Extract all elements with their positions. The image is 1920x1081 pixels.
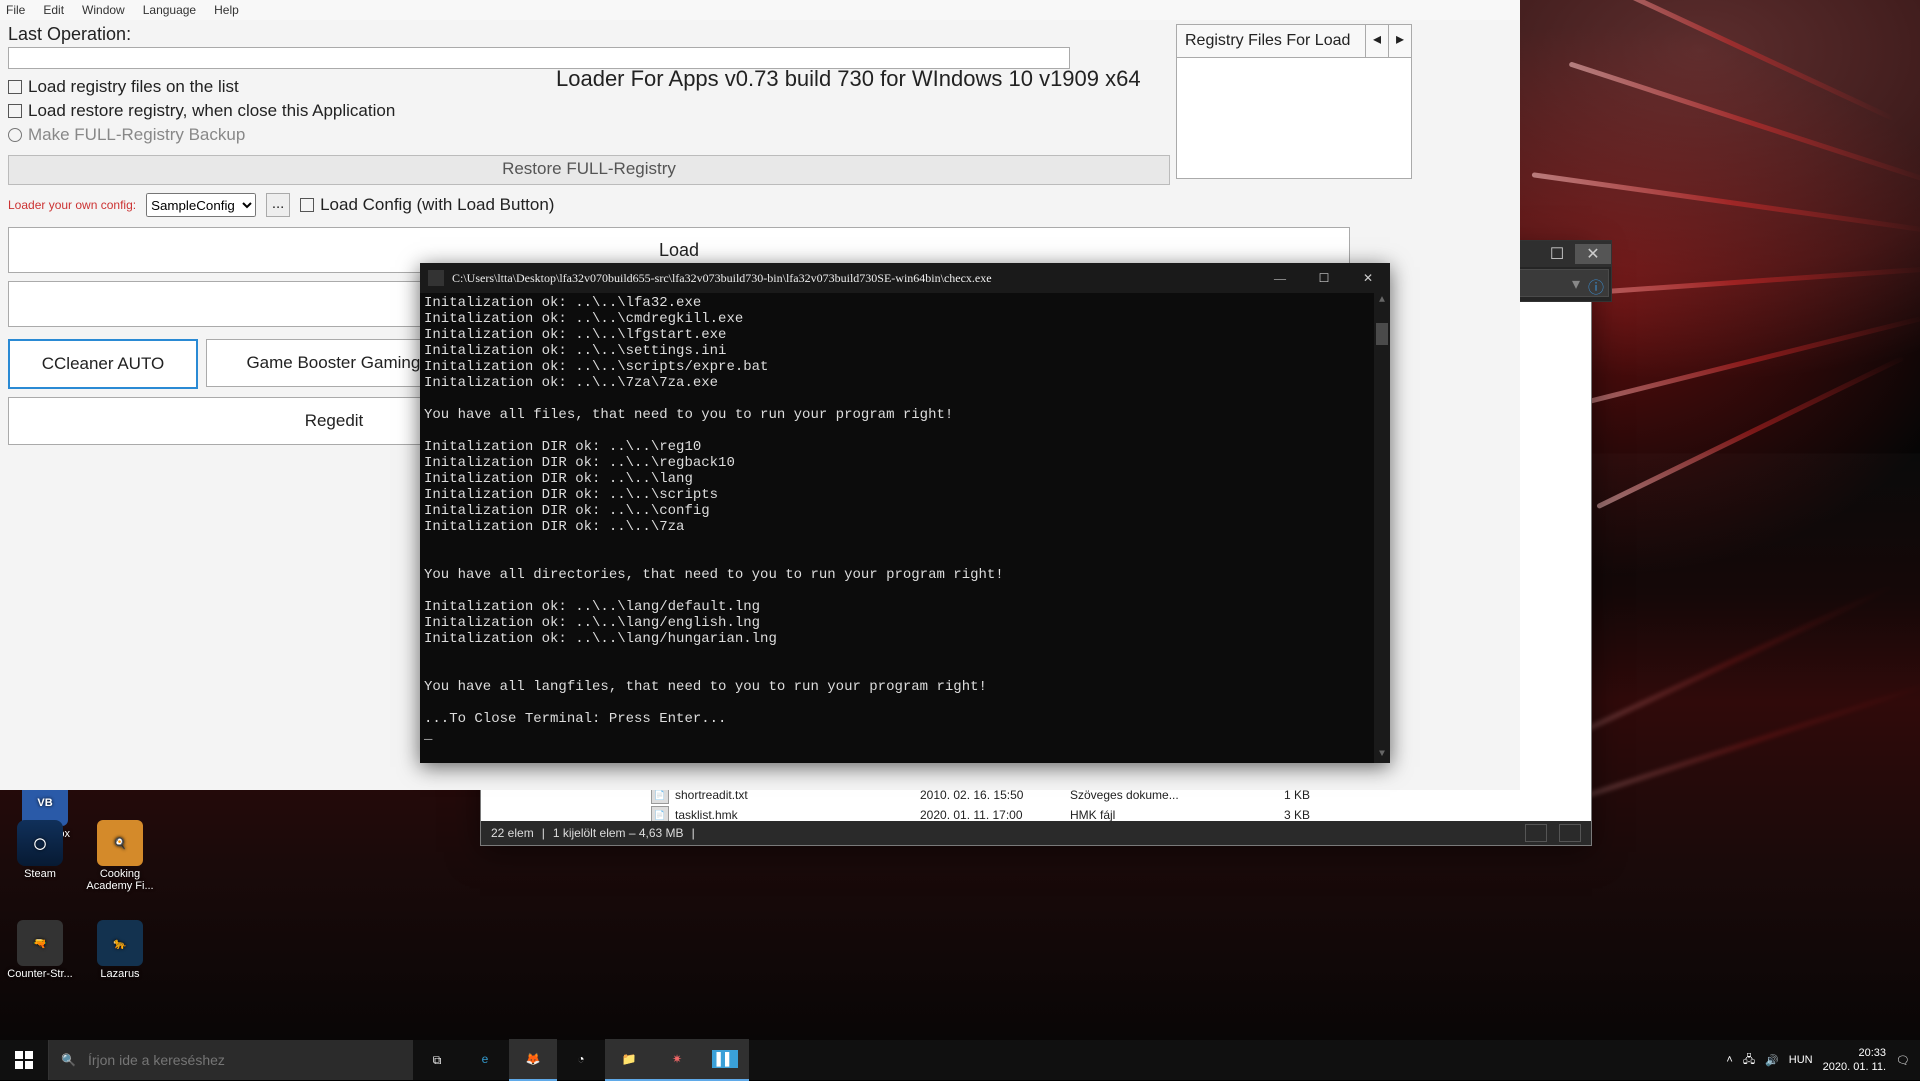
tray-notifications-icon[interactable]: 🗨 bbox=[1896, 1054, 1910, 1067]
tray-language[interactable]: HUN bbox=[1789, 1054, 1813, 1066]
desktop-icon-lazarus[interactable]: 🐆 Lazarus bbox=[85, 920, 155, 980]
menu-language[interactable]: Language bbox=[143, 3, 196, 17]
system-tray: ˄ 🖧 🔊 HUN 20:33 2020. 01. 11. 🗨 bbox=[1716, 1046, 1920, 1074]
search-icon: 🔍 bbox=[61, 1053, 76, 1067]
taskbar-app-explorer[interactable]: 📁 bbox=[605, 1039, 653, 1081]
scroll-up-icon[interactable]: ▲ bbox=[1374, 293, 1390, 309]
task-view-button[interactable]: ⧉ bbox=[413, 1040, 461, 1080]
menu-edit[interactable]: Edit bbox=[43, 3, 64, 17]
taskbar-app-steam[interactable]: ◔ bbox=[557, 1039, 605, 1081]
menu-bar: File Edit Window Language Help bbox=[0, 0, 1520, 20]
taskbar-app-edge[interactable]: e bbox=[461, 1039, 509, 1081]
scroll-thumb[interactable] bbox=[1376, 323, 1388, 345]
console-scrollbar[interactable]: ▲ ▼ bbox=[1374, 293, 1390, 763]
search-input[interactable] bbox=[86, 1051, 401, 1069]
ccleaner-auto-button[interactable]: CCleaner AUTO bbox=[8, 339, 198, 389]
file-name: tasklist.hmk bbox=[675, 808, 920, 822]
console-output[interactable]: Initalization ok: ..\..\lfa32.exe Inital… bbox=[420, 293, 1390, 745]
taskbar-clock[interactable]: 20:33 2020. 01. 11. bbox=[1823, 1046, 1886, 1074]
browse-button[interactable]: ... bbox=[266, 193, 290, 217]
file-type: HMK fájl bbox=[1070, 808, 1230, 822]
minimize-icon[interactable]: — bbox=[1258, 263, 1302, 293]
file-size: 3 KB bbox=[1230, 808, 1310, 822]
console-icon bbox=[428, 270, 444, 286]
scroll-down-icon[interactable]: ▼ bbox=[1374, 747, 1390, 763]
desktop-icon-counterstrike[interactable]: 🔫 Counter-Str... bbox=[5, 920, 75, 980]
tray-network-icon[interactable]: 🖧 bbox=[1743, 1051, 1755, 1070]
explorer-statusbar: 22 elem| 1 kijelölt elem – 4,63 MB| bbox=[481, 821, 1591, 845]
tray-volume-icon[interactable]: 🔊 bbox=[1765, 1054, 1779, 1067]
maximize-icon[interactable]: ☐ bbox=[1302, 263, 1346, 293]
taskbar: 🔍 ⧉ e 🦊 ◔ 📁 ✷ ▌▌ ˄ 🖧 🔊 HUN 20:33 2020. 0… bbox=[0, 1040, 1920, 1080]
registry-files-title: Registry Files For Load bbox=[1185, 32, 1365, 50]
desktop-icon-cooking[interactable]: 🍳 Cooking Academy Fi... bbox=[85, 820, 155, 892]
start-button[interactable] bbox=[0, 1040, 48, 1080]
arrow-right-icon[interactable]: ▸ bbox=[1388, 25, 1411, 57]
taskbar-app-firefox[interactable]: 🦊 bbox=[509, 1039, 557, 1081]
view-details-icon[interactable] bbox=[1525, 824, 1547, 842]
tray-chevron-icon[interactable]: ˄ bbox=[1726, 1054, 1732, 1066]
registry-files-panel: Registry Files For Load ◂ ▸ bbox=[1176, 24, 1412, 179]
menu-window[interactable]: Window bbox=[82, 3, 125, 17]
file-date: 2020. 01. 11. 17:00 bbox=[920, 808, 1070, 822]
own-config-label: Loader your own config: bbox=[8, 198, 136, 212]
maximize-icon[interactable]: ☐ bbox=[1539, 244, 1575, 264]
checkbox-load-config[interactable]: Load Config (with Load Button) bbox=[300, 195, 554, 215]
file-date: 2010. 02. 16. 15:50 bbox=[920, 788, 1070, 802]
menu-help[interactable]: Help bbox=[214, 3, 239, 17]
arrow-left-icon[interactable]: ◂ bbox=[1365, 25, 1388, 57]
close-icon[interactable]: ✕ bbox=[1575, 244, 1611, 264]
config-select[interactable]: SampleConfig bbox=[146, 193, 256, 217]
console-titlebar[interactable]: C:\Users\ltta\Desktop\lfa32v070build655-… bbox=[420, 263, 1390, 293]
file-size: 1 KB bbox=[1230, 788, 1310, 802]
menu-file[interactable]: File bbox=[6, 3, 25, 17]
registry-files-list[interactable] bbox=[1176, 57, 1412, 179]
restore-full-registry-button[interactable]: Restore FULL-Registry bbox=[8, 155, 1170, 185]
windows-icon bbox=[15, 1051, 33, 1069]
file-type: Szöveges dokume... bbox=[1070, 788, 1230, 802]
taskbar-search[interactable]: 🔍 bbox=[48, 1040, 413, 1080]
taskbar-app-loader[interactable]: ✷ bbox=[653, 1039, 701, 1081]
view-large-icon[interactable] bbox=[1559, 824, 1581, 842]
close-icon[interactable]: ✕ bbox=[1346, 263, 1390, 293]
desktop-icon-steam[interactable]: ◯ Steam bbox=[5, 820, 75, 880]
console-window[interactable]: C:\Users\ltta\Desktop\lfa32v070build655-… bbox=[420, 263, 1390, 763]
app-title: Loader For Apps v0.73 build 730 for WInd… bbox=[556, 66, 1141, 92]
file-name: shortreadit.txt bbox=[675, 788, 920, 802]
taskbar-app-console[interactable]: ▌▌ bbox=[701, 1039, 749, 1081]
console-title-text: C:\Users\ltta\Desktop\lfa32v070build655-… bbox=[452, 271, 992, 286]
